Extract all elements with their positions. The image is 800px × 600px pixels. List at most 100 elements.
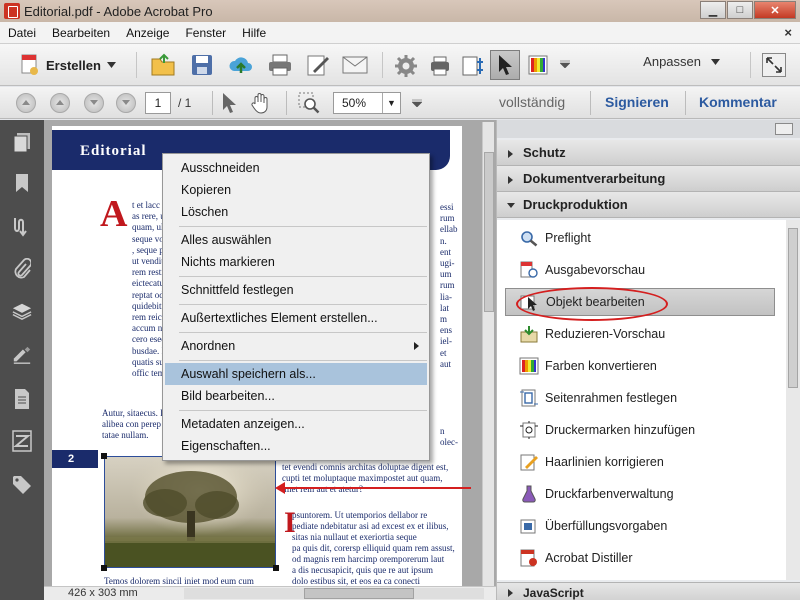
selection-handle[interactable]	[101, 453, 107, 459]
attachments-button[interactable]	[12, 258, 32, 280]
menu-item-arrange[interactable]: Anordnen	[165, 335, 427, 357]
tool-ink-manager[interactable]: Druckfarbenverwaltung	[505, 480, 775, 508]
create-button-label: Erstellen	[46, 57, 101, 73]
document-horizontal-scrollbar[interactable]	[184, 588, 484, 599]
section-javascript[interactable]: JavaScript	[497, 582, 800, 600]
marquee-zoom-button[interactable]	[298, 92, 320, 114]
menu-item-create-artifact[interactable]: Außertextliches Element erstellen...	[165, 307, 427, 329]
zoom-select[interactable]: 50% ▼	[333, 92, 401, 114]
email-icon	[342, 56, 368, 74]
menu-item-edit-image[interactable]: Bild bearbeiten...	[165, 385, 427, 407]
menu-item-deselect-all[interactable]: Nichts markieren	[165, 251, 427, 273]
full-screen-label[interactable]: vollständig	[499, 94, 565, 110]
tool-set-page-boxes[interactable]: Seitenrahmen festlegen	[505, 384, 775, 412]
sign-button[interactable]	[305, 53, 331, 77]
menu-item-set-clip[interactable]: Schnittfeld festlegen	[165, 279, 427, 301]
page-thumbnails-button[interactable]	[12, 132, 32, 154]
annotation-ellipse	[516, 287, 668, 321]
color-button[interactable]	[528, 54, 548, 76]
text-line: Autur, sitaecus. Ib	[102, 408, 168, 418]
document-vertical-scrollbar[interactable]	[482, 122, 494, 586]
cloud-upload-icon	[229, 57, 252, 73]
maximize-button[interactable]: □	[727, 1, 753, 19]
menu-bearbeiten[interactable]: Bearbeiten	[44, 26, 118, 40]
previous-page-icon[interactable]	[50, 93, 70, 113]
print-button[interactable]	[267, 53, 293, 77]
menu-datei[interactable]: Datei	[0, 26, 44, 40]
email-button[interactable]	[342, 55, 368, 75]
select-tool-button[interactable]	[490, 50, 520, 80]
save-button[interactable]	[190, 53, 214, 77]
section-label: JavaScript	[523, 586, 584, 600]
layers-button[interactable]	[12, 300, 32, 322]
fullscreen-button[interactable]	[762, 53, 786, 77]
menu-item-copy[interactable]: Kopieren	[165, 179, 427, 201]
signatures-button[interactable]	[12, 216, 32, 238]
bookmarks-button[interactable]	[12, 172, 32, 194]
print-production-button[interactable]	[428, 54, 452, 78]
menu-item-cut[interactable]: Ausschneiden	[165, 157, 427, 179]
section-label: Dokumentverarbeitung	[523, 171, 666, 186]
tree-photo[interactable]	[104, 456, 276, 568]
compare-button[interactable]	[12, 430, 32, 452]
menu-item-select-all[interactable]: Alles auswählen	[165, 229, 427, 251]
tool-add-printer-marks[interactable]: Druckermarken hinzufügen	[505, 416, 775, 444]
text-line: n	[440, 426, 445, 436]
panel-scrollbar[interactable]	[786, 220, 800, 580]
tool-preflight[interactable]: Preflight	[505, 224, 775, 252]
settings-button[interactable]	[394, 54, 418, 78]
menu-item-delete[interactable]: Löschen	[165, 201, 427, 223]
more-nav-dropdown[interactable]	[412, 99, 422, 107]
tool-acrobat-distiller[interactable]: Acrobat Distiller	[505, 544, 775, 572]
scrollbar-thumb[interactable]	[788, 228, 798, 388]
menu-hilfe[interactable]: Hilfe	[234, 26, 274, 40]
menu-anzeige[interactable]: Anzeige	[118, 26, 177, 40]
chevron-down-icon	[106, 62, 116, 68]
comment-pane-button[interactable]: Kommentar	[699, 94, 777, 110]
menu-item-properties[interactable]: Eigenschaften...	[165, 435, 427, 457]
output-preview-icon	[520, 261, 538, 278]
menu-item-save-selection[interactable]: Auswahl speichern als...	[165, 363, 427, 385]
last-page-icon[interactable]	[116, 93, 136, 113]
document-properties-button[interactable]	[12, 388, 32, 410]
select-arrow-button[interactable]	[220, 92, 238, 114]
selection-handle[interactable]	[101, 565, 107, 571]
customize-dropdown[interactable]: Anpassen	[643, 54, 720, 69]
text-line: alibea con perep	[102, 419, 161, 429]
section-document-processing[interactable]: Dokumentverarbeitung	[497, 166, 800, 192]
panel-options-icon[interactable]	[775, 123, 793, 135]
tool-flatten-preview[interactable]: Reduzieren-Vorschau	[505, 320, 775, 348]
status-bar: 426 x 303 mm	[44, 586, 496, 600]
scrollbar-thumb[interactable]	[304, 588, 414, 599]
hand-tool-button[interactable]	[250, 92, 272, 114]
open-button[interactable]	[150, 53, 176, 77]
main-toolbar: Erstellen Anpassen	[0, 44, 800, 86]
adjust-button[interactable]	[460, 54, 484, 78]
create-button[interactable]: Erstellen	[14, 51, 122, 79]
hand-icon	[251, 93, 268, 114]
sign-pane-button[interactable]: Signieren	[605, 94, 669, 110]
tool-convert-colors[interactable]: Farben konvertieren	[505, 352, 775, 380]
close-document-icon[interactable]: ×	[784, 25, 792, 40]
tags-button[interactable]	[12, 474, 32, 496]
more-tools-dropdown[interactable]	[560, 60, 570, 68]
minimize-button[interactable]: ▁	[700, 1, 726, 19]
content-button[interactable]	[12, 344, 32, 366]
first-page-icon[interactable]	[16, 93, 36, 113]
upload-button[interactable]	[228, 53, 254, 77]
tool-output-preview[interactable]: Ausgabevorschau	[505, 256, 775, 284]
section-protection[interactable]: Schutz	[497, 140, 800, 166]
drop-cap-2: I	[284, 506, 296, 539]
menu-item-show-metadata[interactable]: Metadaten anzeigen...	[165, 413, 427, 435]
menu-fenster[interactable]: Fenster	[177, 26, 234, 40]
close-button[interactable]: ✕	[754, 1, 796, 19]
page-number-input[interactable]: 1	[145, 92, 171, 114]
section-label: Schutz	[523, 145, 566, 160]
scrollbar-thumb[interactable]	[484, 152, 494, 312]
selection-handle[interactable]	[273, 565, 279, 571]
next-page-icon[interactable]	[84, 93, 104, 113]
tool-fix-hairlines[interactable]: Haarlinien korrigieren	[505, 448, 775, 476]
section-print-production[interactable]: Druckproduktion	[497, 192, 800, 218]
tool-trap-presets[interactable]: Überfüllungsvorgaben	[505, 512, 775, 540]
collapsed-triangle-icon	[508, 176, 513, 184]
